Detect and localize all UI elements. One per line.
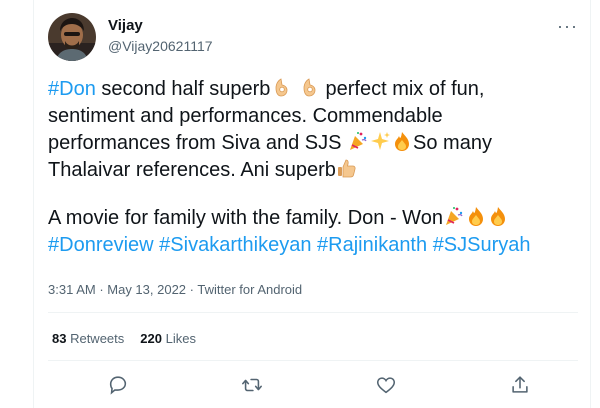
- retweets-label: Retweets: [66, 331, 125, 346]
- ok-hand-emoji-icon: [270, 76, 292, 98]
- author-handle[interactable]: @Vijay20621117: [108, 38, 213, 54]
- hashtag-sivakarthikeyan[interactable]: #Sivakarthikeyan: [159, 234, 311, 256]
- tweet-line: performances from Siva and SJS So many: [48, 130, 578, 157]
- tweet-source[interactable]: Twitter for Android: [197, 282, 302, 297]
- tweet-line: #Don second half superb perfect mix of f…: [48, 76, 578, 103]
- hashtag-rajinikanth[interactable]: #Rajinikanth: [317, 234, 427, 256]
- tweet-card: Vijay @Vijay20621117 ··· #Don second hal…: [0, 0, 600, 408]
- divider: [48, 360, 578, 361]
- tweet-text-segment: performances from Siva and SJS: [48, 132, 348, 154]
- action-bar: [48, 370, 578, 400]
- reply-icon[interactable]: [107, 374, 129, 396]
- tweet-line: sentiment and performances. Commendable: [48, 103, 578, 130]
- divider: [48, 312, 578, 313]
- engagement-stats: 83 Retweets 220 Likes: [52, 331, 212, 346]
- tweet-line: #Donreview #Sivakarthikeyan #Rajinikanth…: [48, 232, 578, 259]
- avatar[interactable]: [48, 13, 96, 61]
- retweets-stat[interactable]: 83 Retweets: [52, 331, 124, 346]
- hashtag-donreview[interactable]: #Donreview: [48, 234, 154, 256]
- tweet-time[interactable]: 3:31 AM: [48, 282, 96, 297]
- fire-emoji-icon: [487, 205, 509, 227]
- fire-emoji-icon: [391, 130, 413, 152]
- left-divider: [33, 0, 34, 408]
- tweet-text-segment: Thalaivar references. Ani superb: [48, 159, 336, 181]
- share-icon[interactable]: [509, 374, 531, 396]
- tweet-line: A movie for family with the family. Don …: [48, 205, 578, 232]
- meta-separator: ·: [95, 282, 108, 297]
- retweets-count: 83: [52, 331, 67, 346]
- tweet-text-segment: So many: [413, 132, 492, 154]
- tweet-text: #Don second half superb perfect mix of f…: [48, 76, 578, 259]
- likes-stat[interactable]: 220 Likes: [140, 331, 196, 346]
- likes-label: Likes: [161, 331, 196, 346]
- tweet-date[interactable]: May 13, 2022: [107, 282, 186, 297]
- tweet-text-segment: A movie for family with the family. Don …: [48, 207, 443, 229]
- hashtag-don[interactable]: #Don: [48, 78, 96, 100]
- like-icon[interactable]: [375, 374, 397, 396]
- hashtag-sjsuryah[interactable]: #SJSuryah: [433, 234, 531, 256]
- likes-count: 220: [140, 331, 162, 346]
- author-name[interactable]: Vijay: [108, 17, 143, 34]
- tweet-text-segment: sentiment and performances. Commendable: [48, 105, 443, 127]
- tweet-text-segment: perfect mix of fun,: [319, 78, 485, 100]
- tweet-meta: 3:31 AM · May 13, 2022 · Twitter for And…: [48, 282, 302, 297]
- tweet-line: Thalaivar references. Ani superb: [48, 157, 578, 184]
- party-popper-emoji-icon: [443, 205, 465, 227]
- sparkles-emoji-icon: [369, 130, 391, 152]
- more-options-icon[interactable]: ···: [557, 16, 578, 37]
- ok-hand-emoji-icon: [298, 76, 320, 98]
- fire-emoji-icon: [465, 205, 487, 227]
- party-popper-emoji-icon: [347, 130, 369, 152]
- meta-separator: ·: [186, 282, 198, 297]
- tweet-text-segment: second half superb: [95, 78, 271, 100]
- retweet-icon[interactable]: [241, 374, 263, 396]
- right-divider: [590, 0, 591, 408]
- thumbs-up-emoji-icon: [336, 157, 358, 179]
